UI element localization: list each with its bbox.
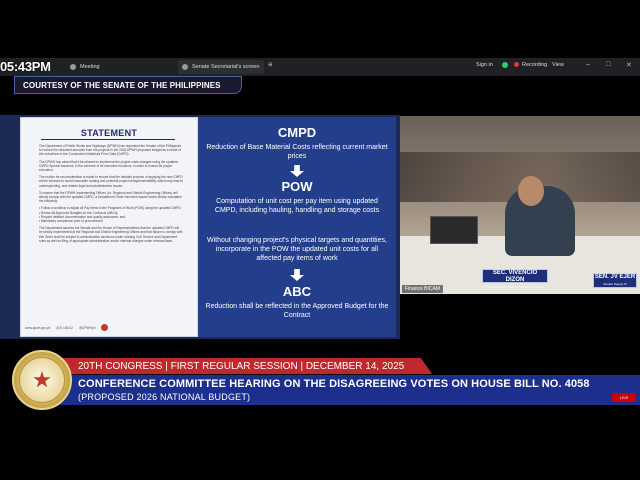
step-pow-detail: Without changing project's physical targ… [207,237,387,262]
nameplate-dizon: SEC. VIVENCIO DIZON Department of Public… [482,269,548,289]
nameplate-office: Senate Deputy M [603,282,627,286]
statement-footer: www.dpwh.gov.ph (02) 165-02 @DPWHph [25,323,195,332]
statement-card: STATEMENT The Department of Public Works… [20,117,198,337]
statement-paragraph: The DPWH has asked that it be allowed to… [39,159,178,173]
list-item: Mandatory compliance prior to procuremen… [39,219,183,223]
minimize-icon[interactable]: – [586,61,590,68]
step-pow-text: Computation of unit cost per pay item us… [214,198,380,214]
statement-title: STATEMENT [80,128,138,138]
speaker-head [518,176,544,206]
statement-paragraph: To ensure that the DPWH Implementing Off… [39,190,182,204]
nameplate-office: Department of Public Works and Highways [486,285,544,289]
maximize-icon[interactable]: □ [606,61,610,68]
step-cmpd-heading: CMPD [277,125,317,140]
process-panel: CMPD Reduction of Base Material Costs re… [198,117,396,337]
statement-bullets: Follow a workflow to adjust all Pay Item… [39,206,183,223]
recording-indicator[interactable]: Recording [514,62,547,68]
tab-senate-label: Senate Secretariat's screen [192,64,260,70]
statement-paragraph: The Department of Public Works and Highw… [39,144,182,157]
statement-closing: The Department assures the Senate and th… [39,226,183,243]
courtesy-banner: COURTESY OF THE SENATE OF THE PHILIPPINE… [14,76,242,94]
minus-icon[interactable]: ⊖ [268,62,273,68]
meeting-icon [70,64,76,70]
recording-label: Recording [522,62,548,68]
step-abc-text: Reduction shall be reflected in the Appr… [205,303,389,319]
statement-paragraph: The motion for reconsideration is made t… [39,175,183,188]
view-button[interactable]: View [552,62,564,68]
statement-body: The Department of Public Works and Highw… [39,144,183,246]
laptop [430,216,478,244]
signin-button[interactable]: Sign in [476,62,493,68]
close-icon[interactable]: ✕ [626,61,632,69]
session-bar: 20TH CONGRESS | FIRST REGULAR SESSION | … [60,358,432,374]
nameplate-ejercito: SEN. JV EJER Senate Deputy M [593,273,637,288]
hearing-subtitle: (PROPOSED 2026 NATIONAL BUDGET) [78,392,251,402]
video-feed: SEC. VIVENCIO DIZON Department of Public… [400,116,640,294]
step-pow-heading: POW [281,179,313,194]
tab-senate-screen[interactable]: Senate Secretariat's screen [178,60,264,74]
arrow-down-icon [290,269,304,281]
shield-icon [502,62,508,68]
divider [41,139,175,140]
video-participant-label: Finance BICAM [402,285,444,293]
title-bar: CONFERENCE COMMITTEE HEARING ON THE DISA… [60,375,640,405]
record-icon [514,62,519,68]
hearing-title: CONFERENCE COMMITTEE HEARING ON THE DISA… [78,378,590,390]
nameplate-name: SEN. JV EJER [594,274,636,280]
live-badge: LIVE [612,393,636,402]
footer-site: www.dpwh.gov.ph [25,325,51,330]
arrow-down-icon [290,165,304,177]
footer-phone: (02) 165-02 [56,325,73,330]
screen: 05:43PM Meeting Senate Secretariat's scr… [0,0,640,480]
tab-meeting[interactable]: Meeting [70,60,170,74]
nameplate-name: SEC. VIVENCIO DIZON [492,270,538,283]
screen-share-icon [182,64,188,70]
step-abc-heading: ABC [282,284,312,299]
tab-meeting-label: Meeting [80,64,100,70]
clock-overlay: 05:43PM [0,59,51,74]
dpwh-seal-icon [101,324,109,331]
footer-social: @DPWHph [78,325,96,330]
step-cmpd-text: Reduction of Base Material Costs reflect… [206,144,388,160]
